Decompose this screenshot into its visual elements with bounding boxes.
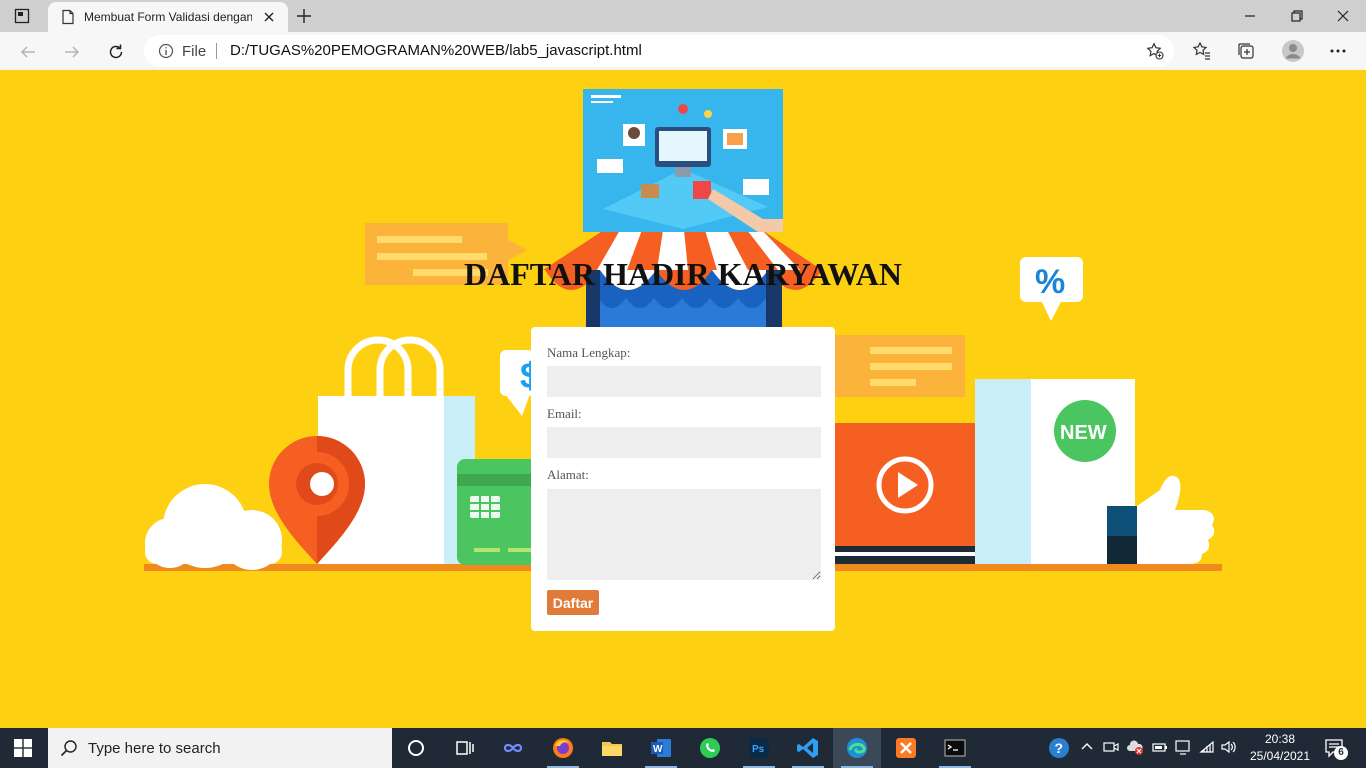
help-icon[interactable]: ? [1048, 737, 1070, 759]
task-view-icon[interactable] [440, 728, 488, 768]
attendance-form: Nama Lengkap: Email: Alamat: Daftar [531, 327, 835, 631]
cortana-icon[interactable] [392, 728, 440, 768]
svg-text:NEW: NEW [1060, 422, 1107, 444]
infinity-app-icon[interactable] [489, 728, 537, 768]
clock[interactable]: 20:38 25/04/2021 [1240, 731, 1320, 765]
file-explorer-icon[interactable] [588, 728, 636, 768]
chevron-up-icon[interactable] [1078, 738, 1096, 756]
close-tab-icon[interactable] [262, 10, 276, 24]
svg-text:W: W [653, 744, 663, 755]
word-icon[interactable]: W [637, 728, 685, 768]
forward-icon[interactable] [63, 43, 81, 61]
battery-icon[interactable] [1150, 738, 1168, 756]
search-icon [60, 740, 77, 757]
name-label: Nama Lengkap: [547, 345, 631, 360]
back-icon[interactable] [19, 43, 37, 61]
xampp-icon[interactable] [882, 728, 930, 768]
navigation-bar: File D:/TUGAS%20PEMOGRAMAN%20WEB/lab5_ja… [0, 32, 1366, 71]
wifi-icon[interactable] [1198, 738, 1216, 756]
cloud-error-icon[interactable] [1126, 738, 1144, 756]
volume-icon[interactable] [1220, 738, 1238, 756]
close-window-icon[interactable] [1335, 8, 1351, 24]
email-input[interactable] [547, 427, 821, 458]
tab-strip: Membuat Form Validasi dengan [0, 0, 1366, 32]
refresh-icon[interactable] [107, 43, 125, 61]
address-bar[interactable]: File D:/TUGAS%20PEMOGRAMAN%20WEB/lab5_ja… [144, 35, 1174, 67]
credit-card [457, 459, 537, 565]
notifications-button[interactable]: 6 [1324, 738, 1348, 760]
submit-button[interactable]: Daftar [547, 590, 599, 615]
camera-icon[interactable] [1102, 738, 1120, 756]
browser-tab[interactable]: Membuat Form Validasi dengan [48, 2, 288, 32]
page-body: $ % [0, 70, 1366, 728]
notification-count: 6 [1334, 746, 1348, 760]
taskbar-search-box[interactable]: Type here to search [48, 728, 392, 768]
hero-image [583, 89, 783, 232]
restore-icon[interactable] [1289, 8, 1305, 24]
favorites-icon[interactable] [1192, 41, 1212, 61]
svg-text:Ps: Ps [752, 744, 765, 755]
minimize-icon[interactable] [1242, 8, 1258, 24]
profile-avatar-icon[interactable] [1281, 39, 1305, 63]
whatsapp-icon[interactable] [686, 728, 734, 768]
name-input[interactable] [547, 366, 821, 397]
page-title: DAFTAR HADIR KARYAWAN [463, 256, 902, 292]
firefox-icon[interactable] [539, 728, 587, 768]
page-icon [62, 9, 74, 25]
windows-taskbar: Type here to search W Ps ? 20:38 25/04/2… [0, 728, 1366, 768]
tab-title: Membuat Form Validasi dengan [84, 10, 252, 24]
collections-icon[interactable] [1236, 41, 1256, 61]
chat-bubble-right [835, 335, 965, 397]
more-options-icon[interactable] [1328, 41, 1348, 61]
new-tab-icon[interactable] [296, 8, 312, 24]
window-menu-icon[interactable] [14, 8, 30, 24]
address-textarea[interactable] [547, 489, 821, 580]
svg-text:?: ? [1055, 740, 1064, 756]
edge-icon[interactable] [833, 728, 881, 768]
clock-date: 25/04/2021 [1249, 749, 1311, 763]
vscode-icon[interactable] [784, 728, 832, 768]
address-divider [216, 43, 217, 59]
url-text[interactable]: D:/TUGAS%20PEMOGRAMAN%20WEB/lab5_javascr… [230, 42, 642, 59]
windows-start-icon[interactable] [14, 739, 32, 757]
info-icon[interactable] [158, 43, 174, 59]
terminal-icon[interactable] [931, 728, 979, 768]
address-label: Alamat: [547, 467, 589, 482]
scheme-label: File [182, 43, 207, 60]
search-placeholder: Type here to search [88, 740, 221, 757]
clock-time: 20:38 [1264, 732, 1296, 746]
email-label: Email: [547, 406, 582, 421]
photoshop-icon[interactable]: Ps [735, 728, 783, 768]
cloud-shape [145, 484, 282, 570]
display-icon[interactable] [1174, 738, 1192, 756]
add-favorite-icon[interactable] [1146, 42, 1164, 60]
